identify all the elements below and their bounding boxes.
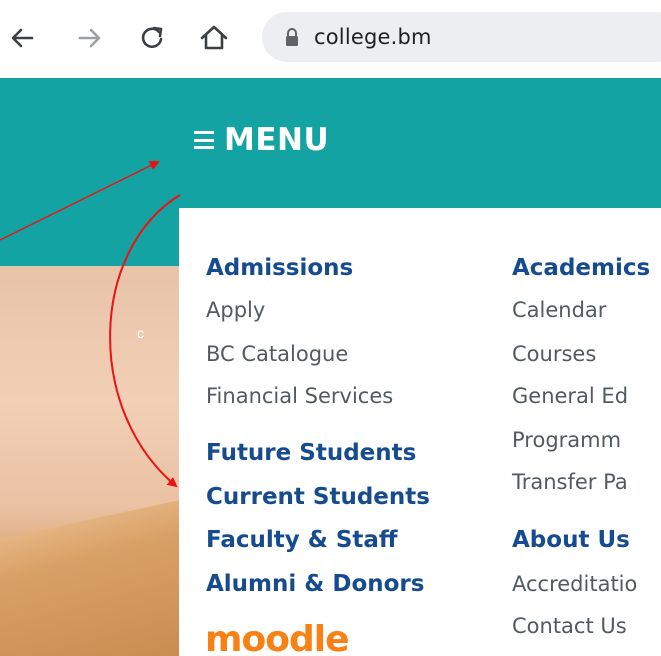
menu-link-calendar[interactable]: Calendar <box>512 298 606 322</box>
menu-link-accreditation[interactable]: Accreditatio <box>512 572 637 596</box>
moodle-logo-text: moodle <box>205 622 349 656</box>
menu-link-general-ed[interactable]: General Ed <box>512 384 628 408</box>
menu-link-apply[interactable]: Apply <box>206 298 265 322</box>
lock-icon <box>284 27 300 52</box>
forward-arrow-icon[interactable] <box>74 20 106 56</box>
menu-link-future-students[interactable]: Future Students <box>206 440 416 466</box>
menu-heading-about-us[interactable]: About Us <box>512 527 630 553</box>
menu-link-faculty-staff[interactable]: Faculty & Staff <box>206 527 398 553</box>
menu-toggle-button[interactable]: MENU <box>194 118 329 162</box>
hero-letter: c <box>137 325 144 341</box>
url-text[interactable]: college.bm <box>314 25 432 49</box>
back-arrow-icon[interactable] <box>6 20 38 56</box>
home-icon[interactable] <box>198 20 230 56</box>
menu-label: MENU <box>224 122 330 158</box>
menu-link-current-students[interactable]: Current Students <box>206 484 430 510</box>
menu-link-transfer-pathways[interactable]: Transfer Pa <box>512 470 628 494</box>
menu-heading-admissions[interactable]: Admissions <box>206 255 353 281</box>
moodle-logo[interactable]: moodle <box>205 622 349 656</box>
menu-link-courses[interactable]: Courses <box>512 342 596 366</box>
hamburger-icon <box>194 129 214 151</box>
address-bar[interactable]: college.bm <box>262 12 661 62</box>
reload-icon[interactable] <box>136 20 168 56</box>
menu-link-financial-services[interactable]: Financial Services <box>206 384 393 408</box>
menu-link-catalogue[interactable]: BC Catalogue <box>206 342 348 366</box>
menu-heading-academics[interactable]: Academics <box>512 255 650 281</box>
browser-toolbar: college.bm <box>0 0 661 78</box>
menu-link-alumni-donors[interactable]: Alumni & Donors <box>206 571 424 597</box>
menu-link-programmes[interactable]: Programm <box>512 428 621 452</box>
menu-link-contact-us[interactable]: Contact Us <box>512 614 627 638</box>
